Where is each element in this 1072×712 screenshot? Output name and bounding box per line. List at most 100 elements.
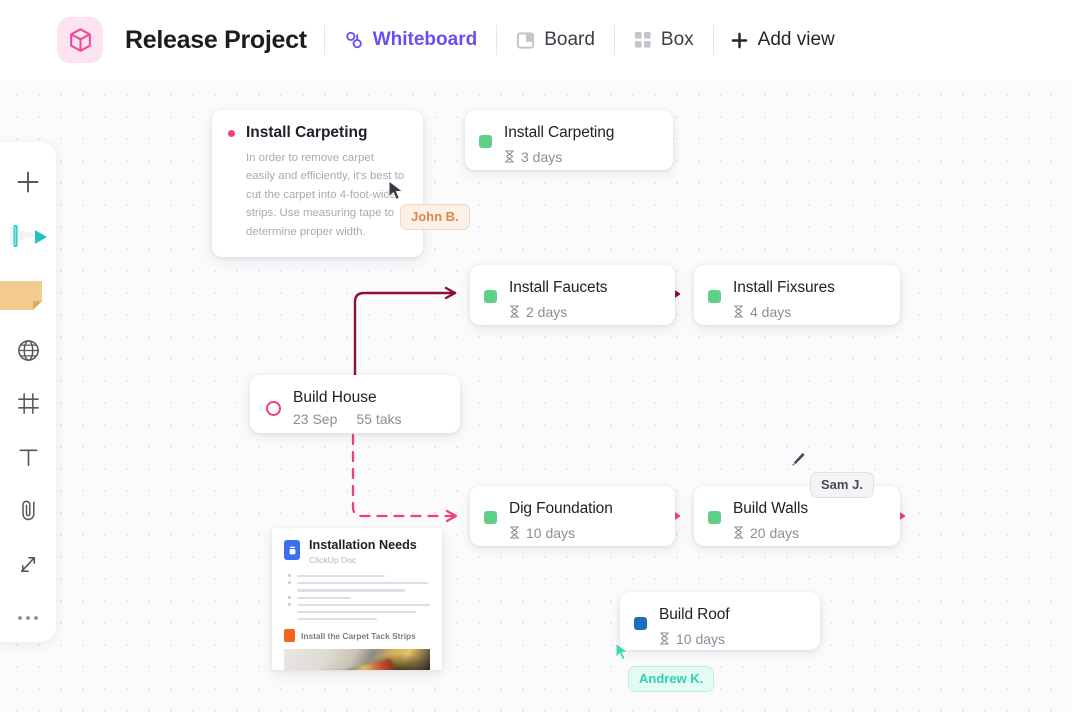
more-tool[interactable] (2, 594, 54, 642)
hourglass-icon (733, 526, 744, 539)
task-title: Install Fixsures (733, 279, 835, 296)
task-duration: 10 days (509, 525, 613, 541)
note-card-title: Install Carpeting (246, 124, 368, 141)
task-duration: 2 days (509, 304, 607, 320)
task-title: Build Roof (659, 606, 730, 623)
paperclip-icon (21, 501, 35, 521)
cursor-andrew: Andrew K. (615, 641, 715, 692)
status-badge (708, 511, 721, 524)
tab-whiteboard-label: Whiteboard (372, 29, 478, 50)
doc-body-placeholder (284, 574, 431, 621)
doc-photo (284, 649, 430, 670)
sticky-note-icon (0, 280, 42, 310)
cursor-label-john: John B. (400, 204, 470, 230)
tab-box[interactable]: Box (632, 25, 696, 55)
task-card-content: Install Fixsures 4 days (694, 265, 900, 333)
status-badge (479, 135, 492, 148)
connector-tool[interactable] (2, 541, 54, 589)
whiteboard-canvas[interactable]: Install Carpeting In order to remove car… (0, 80, 1072, 712)
hourglass-icon (509, 305, 520, 318)
doc-section-heading: Install the Carpet Tack Strips (284, 629, 430, 643)
ellipsis-icon (18, 616, 38, 621)
hourglass-icon (504, 150, 515, 163)
tab-box-label: Box (660, 29, 694, 50)
build-house-content: Build House 23 Sep 55 taks (250, 375, 460, 441)
task-duration-label: 2 days (526, 303, 568, 320)
add-view-label: Add view (757, 29, 835, 50)
sticky-note-tool[interactable] (0, 269, 54, 320)
task-title: Build Walls (733, 500, 808, 517)
hourglass-icon (733, 305, 744, 318)
page-title: Release Project (125, 25, 307, 54)
doc-photo-hammer (325, 658, 397, 670)
task-card-content: Install Carpeting 3 days (465, 110, 673, 178)
cursor-label-andrew: Andrew K. (628, 666, 715, 692)
draw-tool[interactable] (2, 212, 54, 263)
section-marker-icon (284, 629, 295, 643)
task-title: Dig Foundation (509, 500, 613, 517)
doc-card-title: Installation Needs (309, 538, 417, 552)
header-divider-2 (496, 25, 498, 55)
text-tool[interactable] (2, 433, 54, 481)
attach-tool[interactable] (2, 487, 54, 535)
cursor-label-sam: Sam J. (810, 472, 874, 498)
task-card-install-faucets[interactable]: Install Faucets 2 days (470, 265, 675, 325)
task-card-build-house[interactable]: Build House 23 Sep 55 taks (250, 375, 460, 433)
frame-tool[interactable] (2, 380, 54, 428)
tab-board-label: Board (544, 29, 595, 50)
plus-icon (17, 171, 39, 193)
box-grid-icon (634, 31, 652, 49)
globe-icon (17, 339, 39, 361)
task-duration: 3 days (504, 149, 614, 165)
tab-whiteboard[interactable]: Whiteboard (342, 25, 480, 55)
header-divider-1 (323, 25, 325, 55)
task-title: Install Carpeting (504, 124, 615, 141)
task-duration-label: 3 days (521, 148, 563, 165)
task-duration: 20 days (733, 525, 808, 541)
text-T-icon (19, 449, 37, 466)
header-divider-3 (613, 25, 615, 55)
hourglass-icon (509, 526, 520, 539)
connector-arrows-icon (20, 556, 35, 573)
whiteboard-toolbar[interactable] (0, 142, 56, 642)
doc-icon (284, 540, 300, 560)
doc-card-subtitle: ClickUp Doc (309, 555, 357, 566)
task-duration-label: 20 days (750, 524, 800, 541)
project-logo[interactable] (57, 17, 103, 63)
pen-cursor-icon (10, 225, 47, 248)
plus-icon (731, 32, 748, 49)
web-tool[interactable] (2, 326, 54, 374)
add-view-button[interactable]: Add view (731, 29, 835, 51)
build-house-tasks: 55 taks (356, 411, 402, 427)
task-duration: 4 days (733, 304, 835, 320)
header-divider-4 (712, 25, 714, 55)
tab-board[interactable]: Board (514, 25, 597, 55)
pen-cursor-icon (790, 451, 806, 468)
status-dot-icon (228, 129, 235, 137)
doc-card-header: Installation Needs ClickUp Doc (284, 538, 430, 565)
build-house-meta: 23 Sep 55 taks (293, 411, 402, 427)
add-tool[interactable] (2, 158, 54, 206)
cursor-sam: Sam J. (788, 450, 874, 498)
doc-section-label: Install the Carpet Tack Strips (301, 630, 416, 641)
task-card-content: Install Faucets 2 days (470, 265, 675, 333)
note-card-body: In order to remove carpet easily and eff… (246, 152, 405, 238)
status-badge (484, 511, 497, 524)
status-ring-icon (266, 400, 281, 416)
frame-icon (17, 393, 39, 415)
task-card-content: Dig Foundation 10 days (470, 486, 675, 554)
whiteboard-icon (344, 30, 364, 50)
board-columns-icon (516, 31, 535, 50)
build-house-date: 23 Sep (293, 411, 338, 427)
task-card-install-fixsures[interactable]: Install Fixsures 4 days (694, 265, 900, 325)
doc-card-installation-needs[interactable]: Installation Needs ClickUp Doc Install t… (272, 528, 442, 670)
task-card-dig-foundation[interactable]: Dig Foundation 10 days (470, 486, 675, 546)
note-card-header: Install Carpeting (228, 124, 405, 142)
arrow-cursor-icon (388, 179, 405, 201)
task-title: Install Faucets (509, 279, 608, 296)
app-header: Release Project Whiteboard Board Box Add… (0, 0, 1072, 80)
build-house-title: Build House (293, 389, 377, 406)
task-card-install-carpeting[interactable]: Install Carpeting 3 days (465, 110, 673, 170)
task-duration-label: 4 days (750, 303, 792, 320)
status-badge (484, 290, 497, 303)
